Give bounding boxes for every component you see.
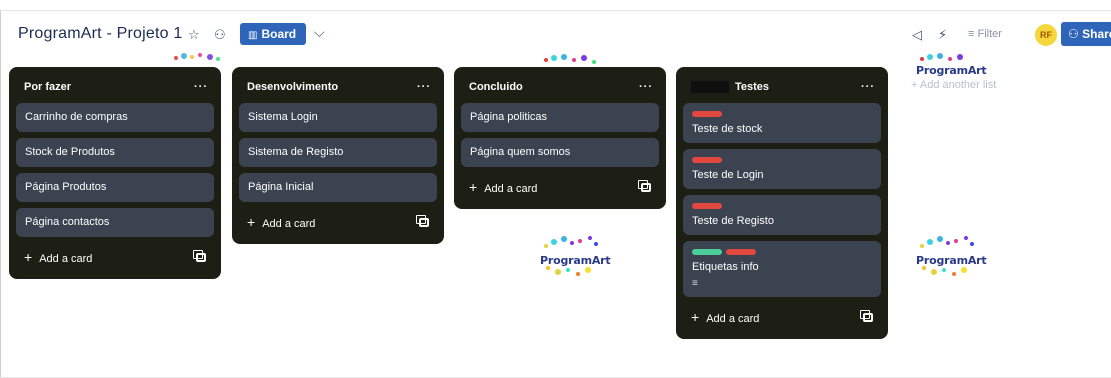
list-menu-icon[interactable]: ··· [194,81,208,93]
card-title: Sistema de Registo [248,146,344,158]
filter-button[interactable]: ≡ Filter [968,28,1002,40]
card-labels [692,111,872,117]
add-card-button[interactable]: + Add a card [469,179,537,195]
card-title: Teste de Login [692,169,764,181]
label-red[interactable] [692,157,722,163]
card[interactable]: Página Produtos [16,173,214,202]
add-card-row: + Add a card [683,303,881,331]
list-testes: Testes ··· Teste de stock Teste de Login… [676,67,888,339]
list-desenvolvimento: Desenvolvimento ··· Sistema Login Sistem… [232,67,444,244]
add-card-button[interactable]: + Add a card [691,309,759,325]
add-card-row: + Add a card [239,208,437,236]
add-another-list-button[interactable]: + Add another list [911,79,996,91]
card-title: Teste de Registo [692,215,774,227]
add-card-row: + Add a card [16,243,214,271]
card[interactable]: Sistema Login [239,103,437,132]
label-green[interactable] [692,249,722,255]
list-title[interactable]: Por fazer [24,81,71,93]
list-menu-icon[interactable]: ··· [417,81,431,93]
card[interactable]: Página Inicial [239,173,437,202]
lightning-icon[interactable]: ⚡ [938,26,947,44]
label-red[interactable] [692,111,722,117]
card[interactable]: Etiquetas info ≡ [683,241,881,297]
card-title: Sistema Login [248,111,318,123]
add-list-label: Add another list [919,79,997,91]
card[interactable]: Carrinho de compras [16,103,214,132]
logo-text: ProgramArt [916,64,987,77]
plus-icon: + [24,249,33,265]
card[interactable]: Página contactos [16,208,214,237]
card-title: Teste de stock [692,123,763,135]
card-labels [692,157,872,163]
add-card-label: Add a card [484,183,538,195]
card-labels [692,203,872,209]
list-header: Desenvolvimento ··· [239,75,437,99]
people-icon[interactable]: ⚇ [214,26,226,44]
list-header: Por fazer ··· [16,75,214,99]
card[interactable]: Teste de Login [683,149,881,189]
list-title[interactable]: Concluido [469,81,523,93]
plus-icon: + [691,309,700,325]
add-card-row: + Add a card [461,173,659,201]
list-header: Concluido ··· [461,75,659,99]
description-icon: ≡ [692,278,698,289]
card-title: Carrinho de compras [25,111,128,123]
list-header: Testes ··· [683,75,881,99]
card-title: Página contactos [25,216,110,228]
card-title: Página Produtos [25,181,107,193]
add-card-label: Add a card [262,218,316,230]
share-icon: ⚇ [1068,27,1079,41]
share-label: Share [1082,27,1111,41]
redacted-block [691,81,729,94]
add-card-label: Add a card [706,313,760,325]
board-view-button[interactable]: ▥ Board [240,23,306,45]
card-labels [692,249,872,255]
chevron-down-icon[interactable]: ⌵ [314,24,325,41]
template-icon[interactable] [638,179,651,192]
list-title[interactable]: Testes [691,80,770,94]
list-menu-icon[interactable]: ··· [861,81,875,93]
share-button[interactable]: ⚇ Share [1061,22,1111,46]
add-card-label: Add a card [39,253,93,265]
list-menu-icon[interactable]: ··· [639,81,653,93]
card-title: Etiquetas info [692,261,759,273]
filter-label: Filter [977,28,1002,40]
board-title[interactable]: ProgramArt - Projeto 1 [18,25,182,43]
board-header: ProgramArt - Projeto 1 ☆ ⚇ ▥ Board ⌵ ◁ ⚡ … [0,22,1111,50]
card-title: Página quem somos [470,146,571,158]
card[interactable]: Sistema de Registo [239,138,437,167]
programart-logo: ProgramArt [916,234,987,282]
board-view-icon: ▥ [248,30,258,41]
list-concluido: Concluido ··· Página politicas Página qu… [454,67,666,209]
list-por-fazer: Por fazer ··· Carrinho de compras Stock … [9,67,221,279]
card[interactable]: Página quem somos [461,138,659,167]
list-title-text: Testes [735,80,770,93]
card-title: Página Inicial [248,181,314,193]
add-card-button[interactable]: + Add a card [24,249,92,265]
star-icon[interactable]: ☆ [188,26,200,44]
card[interactable]: Página politicas [461,103,659,132]
programart-logo: ProgramArt [916,52,987,100]
send-icon[interactable]: ◁ [912,26,922,44]
card[interactable]: Stock de Produtos [16,138,214,167]
logo-text: ProgramArt [916,254,987,267]
card[interactable]: Teste de stock [683,103,881,143]
add-card-button[interactable]: + Add a card [247,214,315,230]
plus-icon: + [469,179,478,195]
plus-icon: + [247,214,256,230]
card-title: Stock de Produtos [25,146,115,158]
template-icon[interactable] [860,309,873,322]
template-icon[interactable] [193,249,206,262]
avatar[interactable]: RF [1035,24,1057,46]
logo-text: ProgramArt [540,254,611,267]
card-title: Página politicas [470,111,548,123]
template-icon[interactable] [416,214,429,227]
board-view-label: Board [261,27,297,41]
card[interactable]: Teste de Registo [683,195,881,235]
programart-logo: ProgramArt [540,234,611,282]
list-title[interactable]: Desenvolvimento [247,81,338,93]
label-red[interactable] [726,249,756,255]
label-red[interactable] [692,203,722,209]
